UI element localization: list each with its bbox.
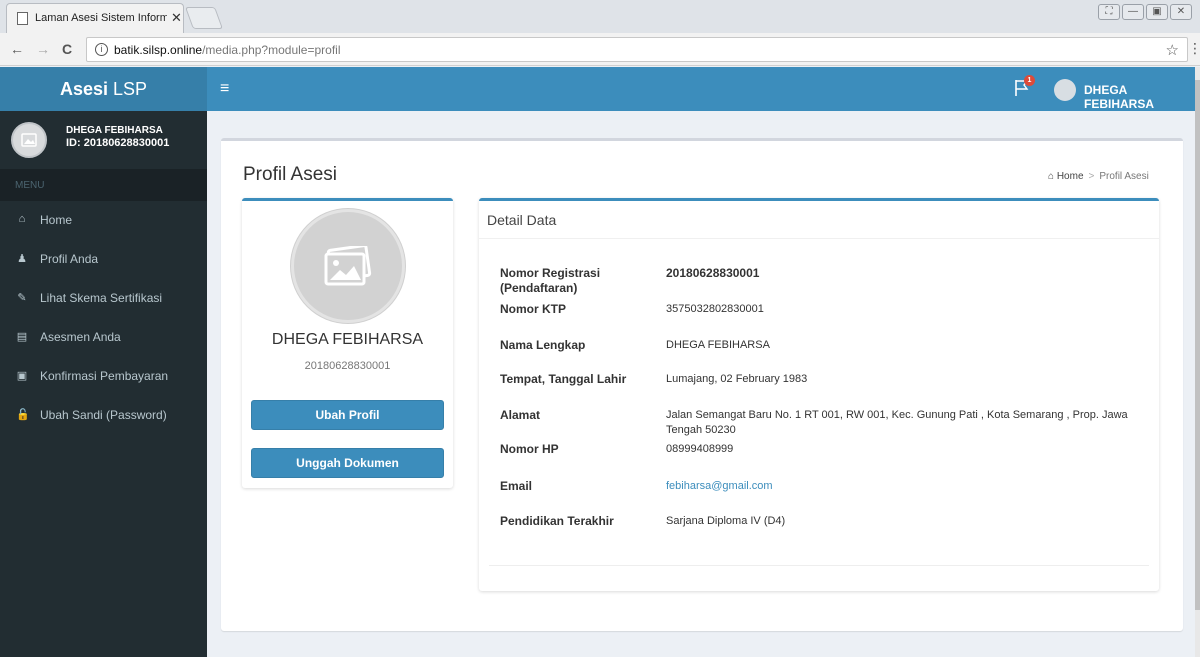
tab-title: Laman Asesi Sistem Inform: [35, 12, 167, 24]
breadcrumb: ⌂ Home > Profil Asesi: [1048, 171, 1149, 182]
sidebar-user-id: ID: 20180628830001: [66, 137, 170, 149]
address-bar[interactable]: i batik.silsp.online/media.php?module=pr…: [86, 37, 1188, 62]
image-icon: [21, 133, 37, 147]
info-icon[interactable]: i: [95, 43, 108, 56]
new-tab-button[interactable]: [184, 7, 224, 29]
header-avatar[interactable]: [1054, 79, 1076, 101]
sidebar-avatar: [11, 122, 47, 158]
sidebar-item-skema[interactable]: ✎ Lihat Skema Sertifikasi: [0, 279, 207, 318]
scrollbar-thumb[interactable]: [1195, 80, 1200, 610]
url-text: batik.silsp.online/media.php?module=prof…: [114, 43, 340, 57]
divider: [489, 565, 1149, 566]
url-host: batik.silsp.online: [114, 43, 203, 57]
reload-icon[interactable]: C: [62, 41, 72, 57]
detail-label: Nomor Registrasi (Pendaftaran): [500, 266, 601, 295]
browser-tabbar: Laman Asesi Sistem Inform ✕ ⛶ — ▣ ✕: [0, 0, 1200, 33]
email-link[interactable]: febiharsa@gmail.com: [666, 479, 1146, 494]
detail-title: Detail Data: [487, 212, 557, 228]
sidebar-item-label: Ubah Sandi (Password): [40, 408, 167, 422]
image-icon: [324, 246, 372, 286]
sidebar-item-pembayaran[interactable]: ▣ Konfirmasi Pembayaran: [0, 357, 207, 396]
profile-avatar: [291, 209, 405, 323]
detail-value: Lumajang, 02 February 1983: [666, 373, 808, 385]
sidebar-item-label: Home: [40, 213, 73, 227]
browser-tab[interactable]: Laman Asesi Sistem Inform ✕: [6, 3, 184, 33]
app-header: Asesi LSP ≡ 1 DHEGA FEBIHARSA: [0, 67, 1200, 111]
user-icon: ♟: [17, 253, 27, 265]
window-controls: ⛶ — ▣ ✕: [1098, 4, 1192, 20]
detail-header: Detail Data: [479, 201, 1159, 239]
sidebar-item-label: Profil Anda: [40, 252, 99, 266]
sidebar-item-label: Asesmen Anda: [40, 330, 121, 344]
dashboard-icon: ⌂: [1048, 171, 1055, 182]
logo-rest: LSP: [108, 79, 148, 99]
sidebar-item-password[interactable]: 🔓 Ubah Sandi (Password): [0, 396, 207, 435]
detail-value: 3575032802830001: [666, 303, 764, 315]
menu-header: MENU: [0, 169, 207, 201]
breadcrumb-separator: >: [1088, 171, 1095, 182]
detail-label: Pendidikan Terakhir: [500, 514, 614, 528]
detail-label: Alamat: [500, 408, 541, 422]
browser-navbar: ← → C i batik.silsp.online/media.php?mod…: [0, 33, 1200, 66]
sidebar-item-label: Konfirmasi Pembayaran: [40, 369, 169, 383]
sidebar-item-home[interactable]: ⌂ Home: [0, 201, 207, 240]
url-path: /media.php?module=profil: [202, 43, 341, 57]
back-icon[interactable]: ←: [10, 41, 24, 57]
browser-menu-icon[interactable]: ⋮: [1188, 40, 1200, 57]
detail-label: Nomor KTP: [500, 302, 566, 316]
unlock-icon: 🔓: [16, 409, 30, 421]
sidebar-toggle-icon[interactable]: ≡: [220, 80, 229, 98]
sidebar-menu: ⌂ Home ♟ Profil Anda ✎ Lihat Skema Serti…: [0, 201, 207, 435]
sidebar-user-name: DHEGA FEBIHARSA: [66, 125, 163, 136]
detail-value: Sarjana Diploma IV (D4): [666, 515, 786, 527]
detail-value: Jalan Semangat Baru No. 1 RT 001, RW 001…: [666, 409, 1128, 436]
bookmark-star-icon[interactable]: ☆: [1166, 41, 1179, 59]
detail-label: Nama Lengkap: [500, 338, 586, 352]
user-window-icon[interactable]: ⛶: [1098, 4, 1120, 20]
breadcrumb-current: Profil Asesi: [1099, 171, 1149, 182]
forward-icon[interactable]: →: [36, 41, 50, 57]
page-title: Profil Asesi: [243, 164, 337, 185]
user-panel: DHEGA FEBIHARSA ID: 20180628830001: [0, 111, 207, 169]
close-window-button[interactable]: ✕: [1170, 4, 1192, 20]
breadcrumb-home[interactable]: Home: [1057, 171, 1084, 182]
sidebar: DHEGA FEBIHARSA ID: 20180628830001 MENU …: [0, 111, 207, 657]
upload-document-button[interactable]: Unggah Dokumen: [251, 448, 444, 478]
document-icon: ▤: [16, 331, 28, 343]
sidebar-item-asesmen[interactable]: ▤ Asesmen Anda: [0, 318, 207, 357]
logo-bold: Asesi: [59, 79, 108, 99]
edit-profile-button[interactable]: Ubah Profil: [251, 400, 444, 430]
page-icon: [17, 12, 28, 25]
detail-card: Detail Data: [479, 198, 1159, 591]
app-logo[interactable]: Asesi LSP: [0, 67, 207, 111]
home-icon: ⌂: [18, 213, 26, 225]
minimize-button[interactable]: —: [1122, 4, 1144, 20]
detail-value: 20180628830001: [666, 266, 760, 280]
tab-close-icon[interactable]: ✕: [171, 10, 182, 26]
sidebar-item-profil[interactable]: ♟ Profil Anda: [0, 240, 207, 279]
edit-icon: ✎: [17, 292, 27, 304]
detail-value: DHEGA FEBIHARSA: [666, 339, 770, 351]
profile-name: DHEGA FEBIHARSA: [271, 331, 424, 348]
profile-id: 20180628830001: [304, 360, 391, 372]
detail-value: 08999408999: [666, 443, 734, 455]
detail-label: Email: [500, 479, 533, 493]
maximize-button[interactable]: ▣: [1146, 4, 1168, 20]
money-icon: ▣: [16, 370, 28, 382]
notification-badge: 1: [1024, 75, 1035, 86]
sidebar-item-label: Lihat Skema Sertifikasi: [40, 291, 163, 305]
detail-label: Tempat, Tanggal Lahir: [500, 372, 627, 386]
detail-label: Nomor HP: [500, 442, 559, 456]
header-user-name[interactable]: DHEGA FEBIHARSA: [1084, 83, 1200, 111]
